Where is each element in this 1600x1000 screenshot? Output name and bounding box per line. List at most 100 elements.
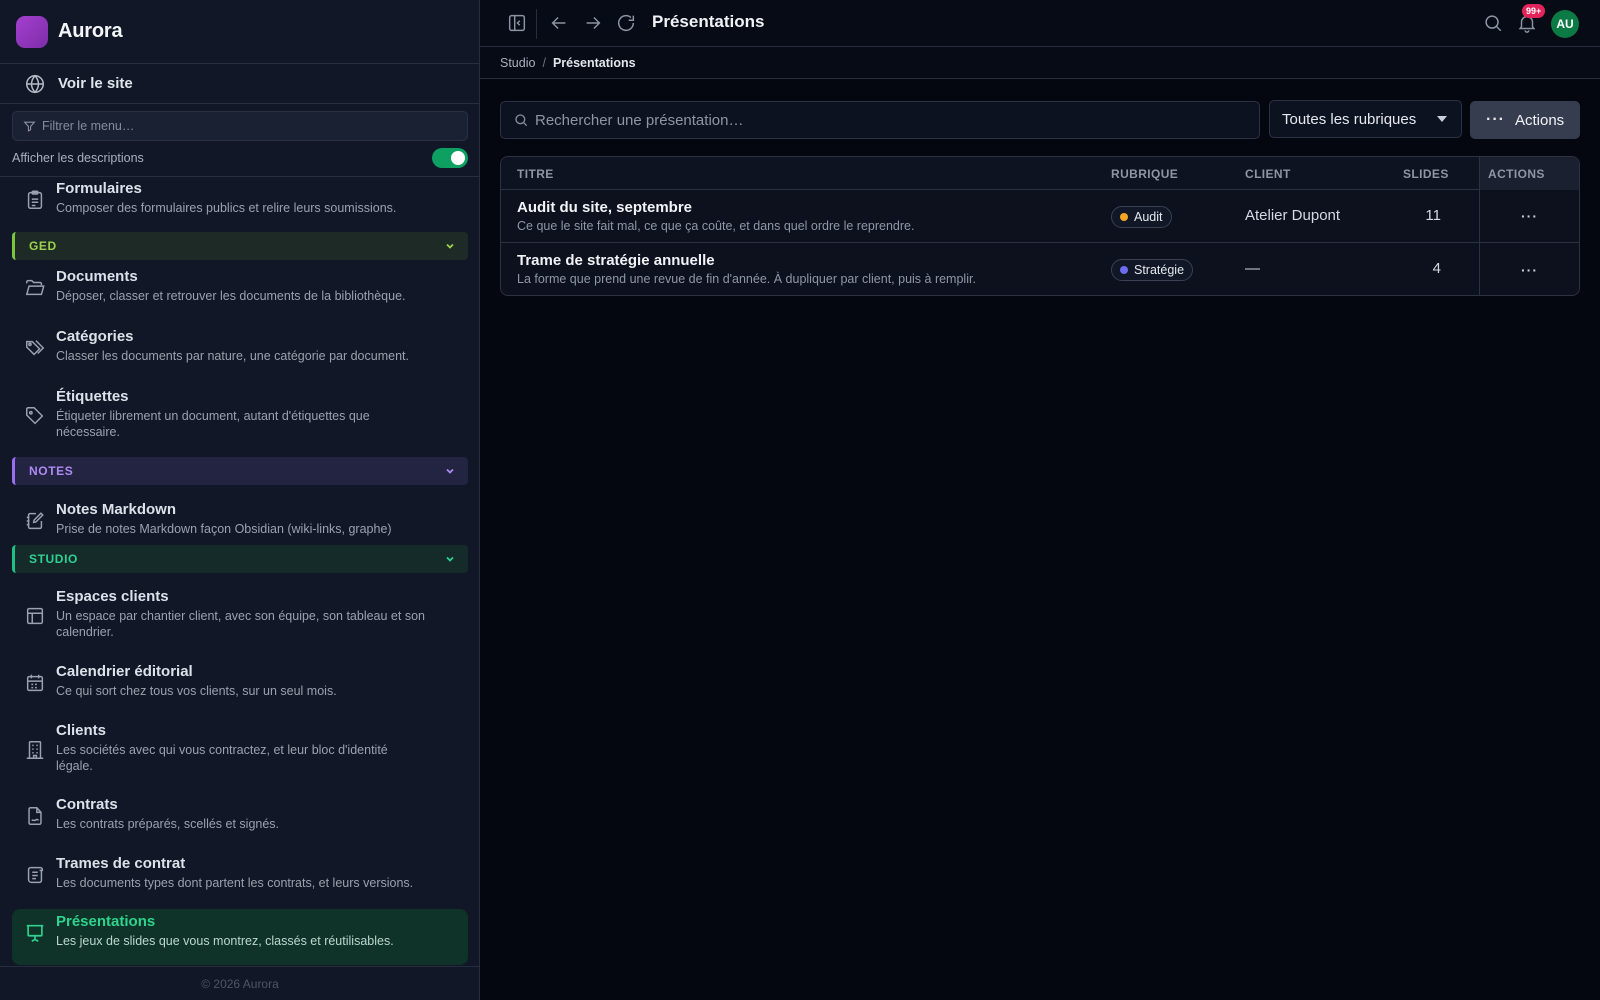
row-slides: 4 [1432,260,1441,277]
row-actions: ··· [1479,190,1579,242]
sidebar-item-formulaires[interactable]: Formulaires Composer des formulaires publ… [12,179,468,227]
rubric-dot [1120,213,1128,221]
brand[interactable]: Aurora [0,0,479,64]
more-icon[interactable]: ··· [1521,208,1538,224]
tag-icon [26,407,44,425]
filter-icon [23,121,36,132]
topbar: Présentations 99+ AU [480,0,1600,47]
section-studio-label: STUDIO [29,552,78,566]
section-ged[interactable]: GED [12,232,468,260]
rubric-dot [1120,266,1128,274]
scroll-icon [27,866,44,884]
rubric-label: Stratégie [1134,263,1185,277]
sidebar-item-title: Clients [56,722,107,739]
row-title[interactable]: Trame de stratégie annuelle [517,252,715,269]
breadcrumb-parent[interactable]: Studio [500,56,535,70]
col-title[interactable]: TITRE [517,167,554,181]
more-icon[interactable]: ··· [1521,262,1538,278]
row-title[interactable]: Audit du site, septembre [517,199,692,216]
chevron-down-icon [446,556,454,562]
section-notes[interactable]: NOTES [12,457,468,485]
sidebar-item-title: Formulaires [56,180,142,197]
globe-icon [26,74,44,93]
brand-name: Aurora [58,20,123,42]
sidebar-toggle-icon[interactable] [506,12,528,34]
sidebar-nav: Formulaires Composer des formulaires publ… [0,177,480,966]
rubric-label: Audit [1134,210,1163,224]
sidebar-item-title: Trames de contrat [56,855,186,872]
show-descriptions-label: Afficher les descriptions [12,151,144,165]
sidebar-item-desc: Déposer, classer et retrouver les docume… [56,289,406,303]
section-notes-label: NOTES [29,464,74,478]
sidebar-item-categories[interactable]: Catégories Classer les documents par natu… [12,327,468,375]
presentations-table: TITRE RUBRIQUE CLIENT SLIDES ACTIONS Aud… [500,156,1580,296]
col-slides[interactable]: SLIDES [1403,167,1449,181]
sidebar-item-desc: Les sociétés avec qui vous contractez, e… [56,743,388,773]
sidebar-item-desc: Ce qui sort chez tous vos clients, sur u… [56,684,337,698]
sidebar-item-title: Catégories [56,328,134,345]
sidebar-item-presentations[interactable]: Présentations Les jeux de slides que vous… [12,909,468,965]
actions-label: Actions [1514,111,1565,129]
sidebar-item-title: Calendrier éditorial [56,663,193,680]
show-descriptions-toggle[interactable] [432,148,468,168]
file-signature-icon [28,807,42,825]
table-row[interactable]: Audit du site, septembre Ce que le site … [501,190,1579,243]
chevron-down-icon [446,468,454,474]
arrow-right-icon[interactable] [582,12,604,34]
show-descriptions-row: Afficher les descriptions [12,148,468,168]
sidebar-item-title: Notes Markdown [56,501,177,518]
search-icon [515,114,528,127]
notification-badge: 99+ [1522,4,1546,18]
row-client: Atelier Dupont [1245,207,1341,224]
col-client[interactable]: CLIENT [1245,167,1291,181]
copyright: © 2026 Aurora [201,976,279,991]
chevron-down-icon [446,243,454,249]
sidebar-item-calendrier-editorial[interactable]: Calendrier éditorial Ce qui sort chez tou… [12,662,468,710]
sidebar-item-espaces-clients[interactable]: Espaces clients Un espace par chantier cl… [12,587,468,651]
section-studio[interactable]: STUDIO [12,545,468,573]
visit-site-link[interactable]: Voir le site [0,64,479,104]
avatar[interactable]: AU [1551,10,1579,38]
sidebar-item-desc: Étiqueter librement un document, autant … [56,409,370,439]
menu-filter-input[interactable] [42,119,442,133]
visit-site-label: Voir le site [58,75,133,92]
menu-filter[interactable] [12,111,468,141]
sidebar-item-clients[interactable]: Clients Les sociétés avec qui vous contra… [12,721,468,785]
breadcrumb-separator: / [542,55,546,70]
col-actions: ACTIONS [1488,167,1545,181]
page-title: Présentations [652,12,765,31]
sidebar-item-desc: Un espace par chantier client, avec son … [56,609,425,639]
folder-open-icon [25,279,45,296]
refresh-icon[interactable] [615,12,637,34]
clipboard-icon [27,190,43,209]
sidebar-item-title: Étiquettes [56,388,129,405]
search-box[interactable] [500,101,1260,139]
ellipsis-icon: ··· [1486,111,1505,128]
building-icon [26,741,44,759]
row-actions: ··· [1479,243,1579,295]
sidebar-item-contrats[interactable]: Contrats Les contrats préparés, scellés e… [12,795,468,843]
sidebar-item-trames-de-contrat[interactable]: Trames de contrat Les documents types don… [12,854,468,902]
sidebar-item-title: Présentations [56,913,156,930]
brand-logo [16,15,48,48]
table-row[interactable]: Trame de stratégie annuelle La forme que… [501,243,1579,295]
section-ged-label: GED [29,239,57,253]
sidebar: Aurora Voir le site Afficher les descrip… [0,0,480,1000]
rubric-filter-select[interactable]: Toutes les rubriques [1269,100,1462,138]
col-rubric[interactable]: RUBRIQUE [1111,167,1178,181]
sidebar-item-title: Espaces clients [56,588,169,605]
sidebar-item-notes-markdown[interactable]: Notes Markdown Prise de notes Markdown fa… [12,500,468,548]
arrow-left-icon[interactable] [548,12,570,34]
presentation-icon [26,924,44,942]
actions-button[interactable]: ··· Actions [1470,101,1580,139]
sidebar-item-desc: Prise de notes Markdown façon Obsidian (… [56,522,392,536]
sidebar-item-desc: Composer des formulaires publics et reli… [56,201,397,215]
row-client: — [1245,260,1260,277]
search-input[interactable] [535,111,1235,129]
rubric-badge: Audit [1111,206,1172,228]
notebook-pen-icon [26,512,44,530]
sidebar-item-documents[interactable]: Documents Déposer, classer et retrouver l… [12,267,468,315]
search-icon[interactable] [1482,12,1504,34]
topbar-divider [536,9,537,39]
sidebar-item-etiquettes[interactable]: Étiquettes Étiqueter librement un documen… [12,387,468,451]
